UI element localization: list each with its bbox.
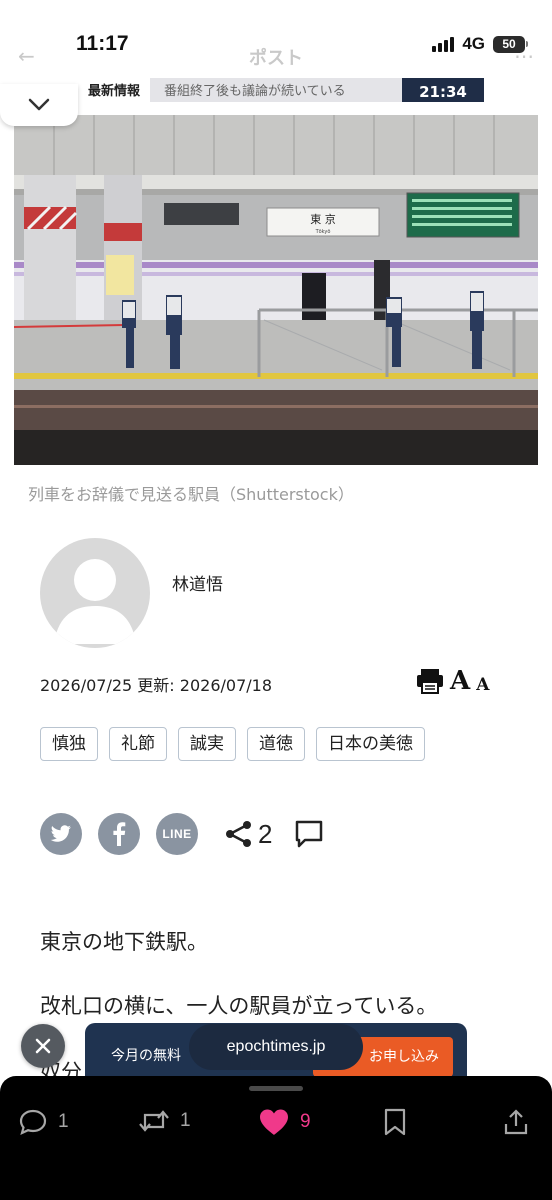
upload-icon <box>504 1109 528 1135</box>
repost-count: 1 <box>180 1110 191 1131</box>
article-paragraph: 東京の地下鉄駅。 <box>40 930 208 954</box>
tag[interactable]: 慎独 <box>40 727 98 761</box>
close-button[interactable] <box>21 1024 65 1068</box>
article-paragraph: 改札口の横に、一人の駅員が立っている。 <box>40 994 438 1018</box>
twitter-share-button[interactable] <box>40 813 82 855</box>
share-out-button[interactable] <box>502 1108 530 1136</box>
url-pill[interactable]: epochtimes.jp <box>189 1024 363 1070</box>
reply-count: 1 <box>58 1111 69 1132</box>
article-tools: A A <box>416 668 489 694</box>
network-label: 4G <box>462 34 485 53</box>
tag[interactable]: 日本の美徳 <box>316 727 425 761</box>
tag[interactable]: 道徳 <box>247 727 305 761</box>
heart-icon <box>260 1109 288 1135</box>
reply-icon <box>19 1109 47 1136</box>
image-caption: 列車をお辞儀で見送る駅員（Shutterstock） <box>28 485 354 504</box>
close-icon <box>35 1038 51 1054</box>
share-count: 2 <box>258 818 273 849</box>
battery-level: 50 <box>493 35 525 53</box>
facebook-share-button[interactable] <box>98 813 140 855</box>
print-icon[interactable] <box>416 668 444 694</box>
bookmark-button[interactable] <box>382 1108 408 1136</box>
station-sign: 東 京 <box>310 212 336 226</box>
publish-dates: 2026/07/25 更新: 2026/07/18 <box>40 676 273 695</box>
bookmark-icon <box>384 1108 406 1136</box>
status-indicators: 4G 50 <box>432 34 528 54</box>
status-time: 11:17 <box>76 32 129 55</box>
article-photo[interactable]: 東 京 Tōkyō <box>14 115 538 465</box>
station-sign-roman: Tōkyō <box>315 229 331 235</box>
line-share-button[interactable]: LINE <box>156 813 198 855</box>
comment-icon[interactable] <box>294 819 324 849</box>
repost-button[interactable]: 1 <box>138 1108 191 1134</box>
share-row: LINE 2 <box>40 813 324 855</box>
author-name[interactable]: 林道悟 <box>172 570 223 595</box>
promo-text: 今月の無料 <box>111 1048 181 1064</box>
avatar[interactable] <box>40 538 150 648</box>
reply-button[interactable]: 1 <box>18 1108 69 1136</box>
battery-icon: 50 <box>493 35 528 53</box>
status-bar: 11:17 4G 50 <box>0 0 552 90</box>
station-scene: 東 京 Tōkyō <box>14 115 538 465</box>
bottom-action-bar <box>0 1076 552 1200</box>
share-icon[interactable] <box>224 819 254 849</box>
like-count: 9 <box>300 1111 311 1132</box>
user-silhouette-icon <box>54 559 136 644</box>
facebook-icon <box>113 822 126 846</box>
drag-handle[interactable] <box>249 1086 303 1091</box>
font-size-increase-icon[interactable]: A <box>450 668 470 694</box>
twitter-icon <box>50 825 71 842</box>
tag[interactable]: 誠実 <box>178 727 236 761</box>
chevron-down-icon <box>28 98 50 111</box>
tag[interactable]: 礼節 <box>109 727 167 761</box>
line-icon: LINE <box>162 827 192 841</box>
tag-list: 慎独 礼節 誠実 道徳 日本の美徳 <box>40 727 425 761</box>
like-button[interactable]: 9 <box>258 1108 311 1136</box>
font-size-decrease-icon[interactable]: A <box>476 676 489 694</box>
collapse-button[interactable] <box>0 84 78 126</box>
signal-icon <box>432 36 455 52</box>
repost-icon <box>139 1110 169 1132</box>
